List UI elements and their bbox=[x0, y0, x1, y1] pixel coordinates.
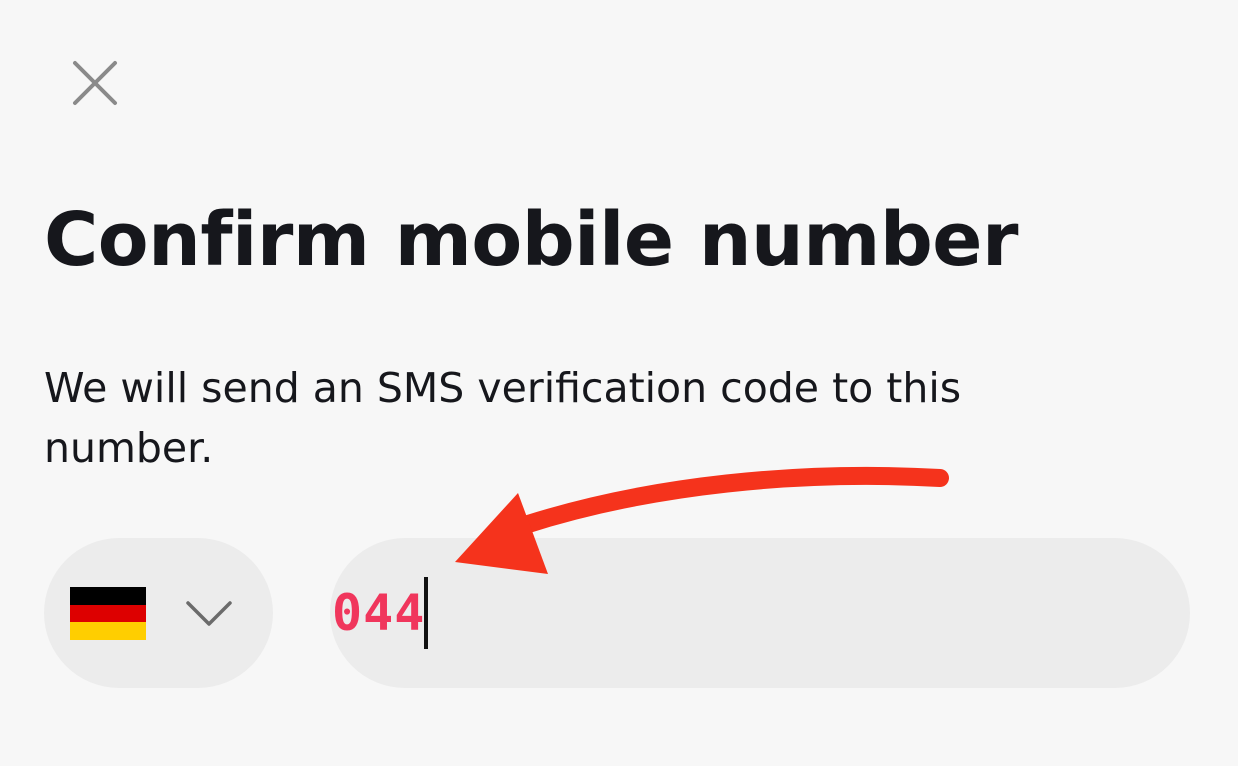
flag-germany-icon bbox=[70, 587, 146, 641]
page-title: Confirm mobile number bbox=[44, 197, 1018, 283]
phone-number-text: 044 bbox=[332, 584, 426, 642]
page-subtitle: We will send an SMS verification code to… bbox=[44, 364, 962, 472]
chevron-down-icon bbox=[184, 598, 234, 628]
text-caret bbox=[424, 577, 429, 649]
close-button[interactable] bbox=[64, 52, 126, 114]
phone-number-value: 044 bbox=[332, 577, 429, 649]
phone-number-input[interactable]: 044 bbox=[330, 538, 1190, 688]
country-code-selector[interactable] bbox=[44, 538, 273, 688]
close-icon bbox=[73, 61, 117, 105]
